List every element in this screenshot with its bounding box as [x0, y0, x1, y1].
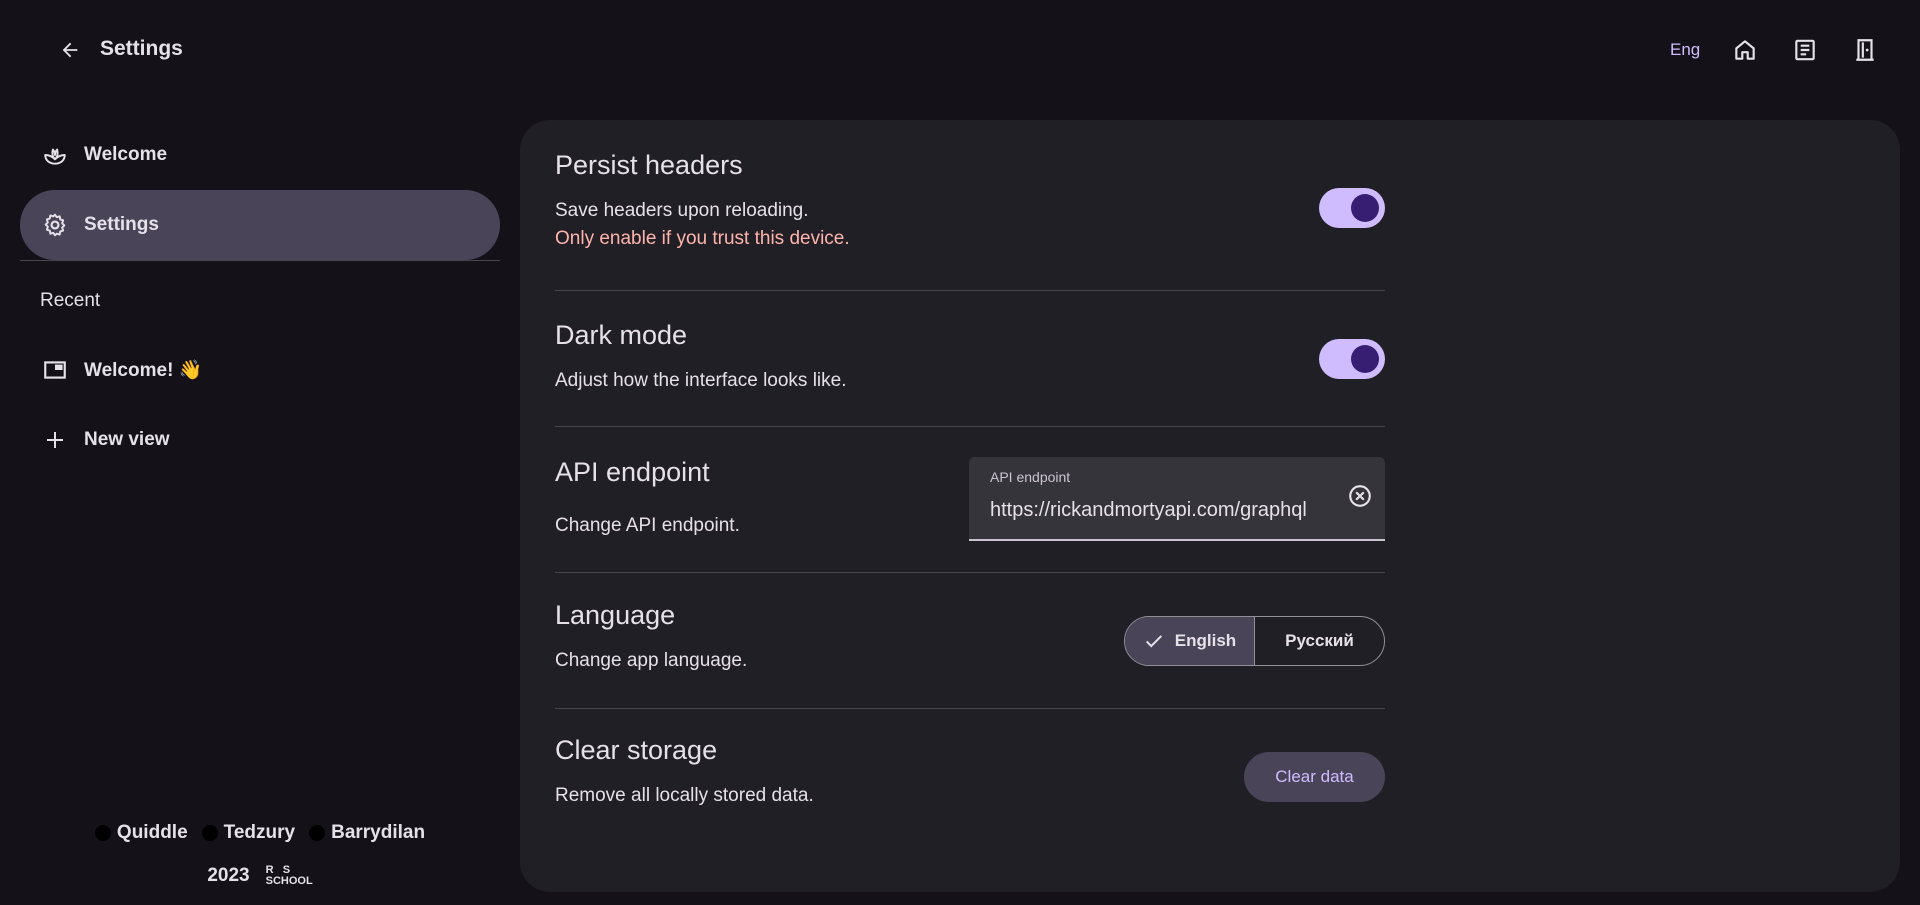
- github-icon: [309, 825, 326, 841]
- sidebar-divider: [20, 260, 500, 261]
- author-link[interactable]: Tedzury: [201, 822, 296, 844]
- author-links: Quiddle Tedzury Barrydilan: [0, 822, 520, 844]
- new-view-button[interactable]: New view: [20, 405, 500, 475]
- toggle-knob: [1351, 194, 1379, 222]
- setting-warning: Only enable if you trust this device.: [555, 228, 850, 249]
- plus-icon: [40, 425, 70, 455]
- language-switch-button[interactable]: Eng: [1670, 40, 1700, 60]
- back-button[interactable]: [52, 32, 88, 68]
- recent-heading: Recent: [40, 290, 101, 311]
- clear-data-button[interactable]: Clear data: [1244, 752, 1385, 802]
- divider: [555, 290, 1385, 291]
- setting-description: Adjust how the interface looks like.: [555, 370, 847, 391]
- settings-panel: Persist headers Save headers upon reload…: [520, 120, 1900, 892]
- home-button[interactable]: [1729, 34, 1761, 66]
- option-label: Русский: [1285, 631, 1354, 650]
- arrow-left-icon: [62, 42, 78, 58]
- divider: [555, 426, 1385, 427]
- page-title: Settings: [100, 37, 183, 60]
- setting-persist-headers: Persist headers Save headers upon reload…: [555, 150, 1385, 250]
- language-option-russian[interactable]: Русский: [1255, 617, 1384, 665]
- language-option-english[interactable]: English: [1125, 617, 1255, 665]
- window-icon: [40, 355, 70, 385]
- plant-icon: [40, 140, 70, 170]
- door-icon: [1856, 39, 1874, 61]
- github-icon: [94, 825, 111, 841]
- sidebar-item-label: Settings: [84, 214, 159, 235]
- logout-button[interactable]: [1849, 34, 1881, 66]
- gear-icon: [40, 210, 70, 240]
- api-endpoint-input[interactable]: https://rickandmortyapi.com/graphql: [990, 499, 1330, 522]
- toggle-knob: [1351, 345, 1379, 373]
- author-link[interactable]: Quiddle: [94, 822, 188, 844]
- home-icon: [1735, 40, 1755, 60]
- persist-headers-toggle[interactable]: [1319, 188, 1385, 228]
- dark-mode-toggle[interactable]: [1319, 339, 1385, 379]
- setting-description: Save headers upon reloading.: [555, 200, 809, 221]
- rs-school-logo[interactable]: R S SCHOOL: [266, 865, 313, 887]
- recent-item-label: Welcome! 👋: [84, 360, 203, 381]
- api-endpoint-field[interactable]: API endpoint https://rickandmortyapi.com…: [969, 457, 1385, 541]
- author-name: Tedzury: [223, 822, 296, 843]
- footer-bottom: 2023 R S SCHOOL: [0, 865, 520, 887]
- sidebar-item-welcome[interactable]: Welcome: [20, 120, 500, 190]
- setting-dark-mode: Dark mode Adjust how the interface looks…: [555, 320, 1385, 392]
- document-icon: [1795, 39, 1815, 61]
- author-name: Barrydilan: [331, 822, 426, 843]
- divider: [555, 708, 1385, 709]
- close-circle-icon: [1349, 485, 1371, 507]
- option-label: English: [1174, 631, 1237, 650]
- sidebar-item-settings[interactable]: Settings: [20, 190, 500, 260]
- author-name: Quiddle: [116, 822, 188, 843]
- recent-item-welcome[interactable]: Welcome! 👋: [20, 335, 500, 405]
- setting-title: Persist headers: [555, 150, 743, 180]
- github-icon: [201, 825, 218, 841]
- copyright-year: 2023: [207, 865, 250, 886]
- check-icon: [1145, 635, 1162, 648]
- setting-title: Dark mode: [555, 320, 688, 350]
- divider: [555, 572, 1385, 573]
- field-label: API endpoint: [990, 469, 1071, 485]
- sidebar-item-label: Welcome: [84, 144, 168, 165]
- clear-field-button[interactable]: [1345, 481, 1375, 511]
- language-segmented-button: English Русский: [1124, 616, 1385, 666]
- docs-button[interactable]: [1789, 34, 1821, 66]
- top-app-bar: Settings Eng: [0, 0, 1920, 100]
- author-link[interactable]: Barrydilan: [309, 822, 425, 844]
- new-view-label: New view: [84, 429, 170, 450]
- sidebar: Welcome Settings Recent Welcome! 👋 New v…: [0, 100, 520, 905]
